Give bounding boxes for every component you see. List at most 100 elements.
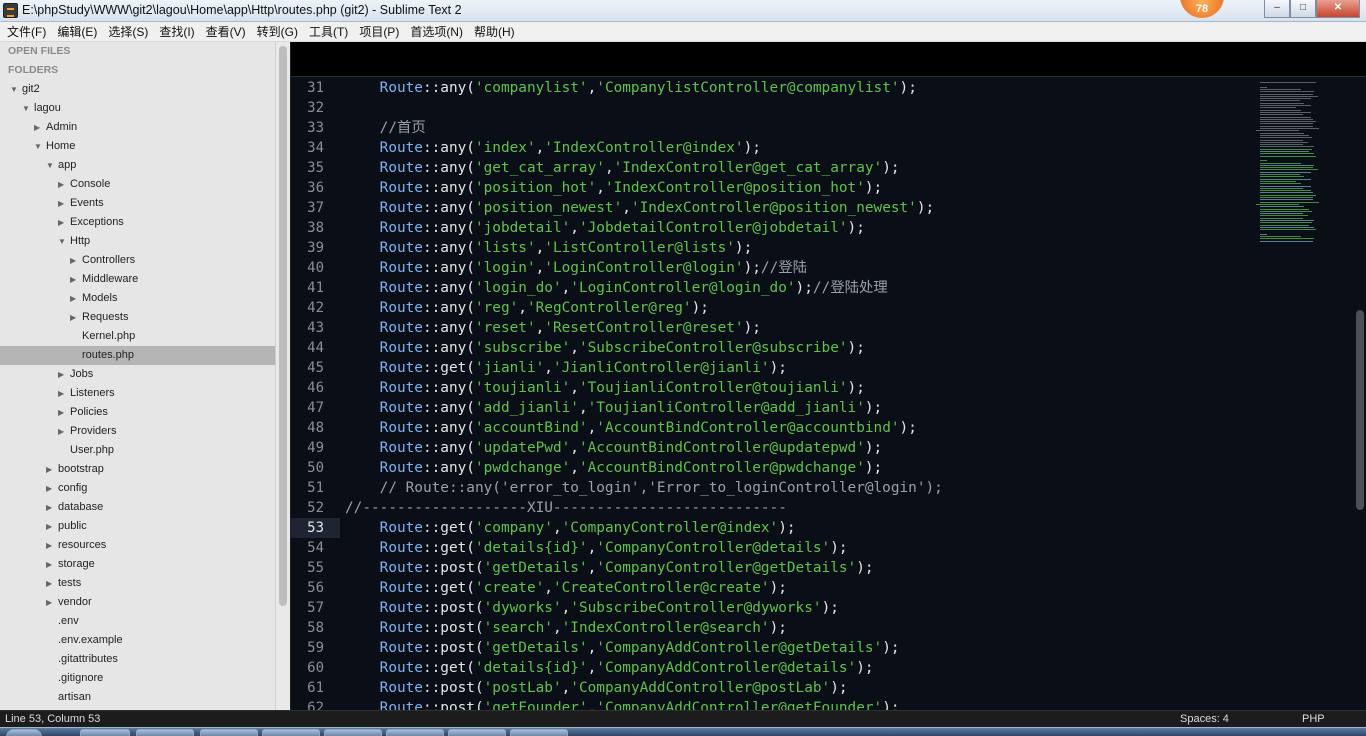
- tree-item[interactable]: ▶ vendor: [0, 593, 275, 612]
- triangle-right-icon[interactable]: ▶: [58, 403, 70, 422]
- menu-selection[interactable]: 选择(S): [108, 22, 159, 41]
- triangle-right-icon[interactable]: ▶: [58, 213, 70, 232]
- code-line[interactable]: 31 Route::any('companylist','Companylist…: [291, 78, 1251, 98]
- tree-item[interactable]: ▼ app: [0, 156, 275, 175]
- triangle-right-icon[interactable]: ▶: [46, 479, 58, 498]
- code-line[interactable]: 41 Route::any('login_do','LoginControlle…: [291, 278, 1251, 298]
- tree-item[interactable]: ▶ Controllers: [0, 251, 275, 270]
- editor-scrollbar[interactable]: [1354, 78, 1366, 710]
- triangle-right-icon[interactable]: ▶: [58, 384, 70, 403]
- triangle-down-icon[interactable]: ▼: [58, 232, 70, 251]
- tree-item[interactable]: .gitignore: [0, 669, 275, 688]
- triangle-right-icon[interactable]: ▶: [70, 308, 82, 327]
- menu-find[interactable]: 查找(I): [159, 22, 205, 41]
- code-line[interactable]: 51 // Route::any('error_to_login','Error…: [291, 478, 1251, 498]
- code-line[interactable]: 50 Route::any('pwdchange','AccountBindCo…: [291, 458, 1251, 478]
- triangle-right-icon[interactable]: ▶: [46, 536, 58, 555]
- triangle-right-icon[interactable]: ▶: [34, 118, 46, 137]
- syntax-setting[interactable]: PHP: [1302, 711, 1325, 728]
- taskbar-item[interactable]: [510, 729, 568, 736]
- triangle-right-icon[interactable]: ▶: [58, 194, 70, 213]
- tree-item[interactable]: ▶ Exceptions: [0, 213, 275, 232]
- code-line[interactable]: 57 Route::post('dyworks','SubscribeContr…: [291, 598, 1251, 618]
- triangle-right-icon[interactable]: ▶: [58, 175, 70, 194]
- code-line[interactable]: 58 Route::post('search','IndexController…: [291, 618, 1251, 638]
- triangle-down-icon[interactable]: ▼: [22, 99, 34, 118]
- triangle-right-icon[interactable]: ▶: [46, 517, 58, 536]
- tree-item[interactable]: routes.php: [0, 346, 275, 365]
- taskbar-item[interactable]: [448, 729, 506, 736]
- tree-item[interactable]: .env.example: [0, 631, 275, 650]
- maximize-button[interactable]: □: [1290, 0, 1316, 18]
- code-line[interactable]: 35 Route::any('get_cat_array','IndexCont…: [291, 158, 1251, 178]
- tree-item[interactable]: ▶ Middleware: [0, 270, 275, 289]
- tree-item[interactable]: .env: [0, 612, 275, 631]
- sublime-app-icon[interactable]: [3, 3, 18, 18]
- close-button[interactable]: ✕: [1316, 0, 1360, 18]
- tree-item[interactable]: ▼ git2: [0, 80, 275, 99]
- code-line[interactable]: 42 Route::any('reg','RegController@reg')…: [291, 298, 1251, 318]
- tree-item[interactable]: User.php: [0, 441, 275, 460]
- menu-preferences[interactable]: 首选项(N): [410, 22, 474, 41]
- triangle-right-icon[interactable]: ▶: [46, 574, 58, 593]
- code-line[interactable]: 61 Route::post('postLab','CompanyAddCont…: [291, 678, 1251, 698]
- code-line[interactable]: 54 Route::get('details{id}','CompanyCont…: [291, 538, 1251, 558]
- menu-help[interactable]: 帮助(H): [474, 22, 526, 41]
- taskbar-item[interactable]: [136, 729, 194, 736]
- code-view[interactable]: 31 Route::any('companylist','Companylist…: [291, 78, 1251, 710]
- tree-item[interactable]: ▼ Home: [0, 137, 275, 156]
- taskbar-item[interactable]: [324, 729, 382, 736]
- tree-item[interactable]: ▶ public: [0, 517, 275, 536]
- code-line[interactable]: 34 Route::any('index','IndexController@i…: [291, 138, 1251, 158]
- code-line[interactable]: 53 Route::get('company','CompanyControll…: [291, 518, 1251, 538]
- tree-item[interactable]: ▼ lagou: [0, 99, 275, 118]
- menu-project[interactable]: 项目(P): [359, 22, 410, 41]
- code-line[interactable]: 46 Route::any('toujianli','ToujianliCont…: [291, 378, 1251, 398]
- triangle-right-icon[interactable]: ▶: [58, 422, 70, 441]
- tree-item[interactable]: ▶ Admin: [0, 118, 275, 137]
- tree-item[interactable]: .gitattributes: [0, 650, 275, 669]
- code-line[interactable]: 52 //-------------------XIU--------------…: [291, 498, 1251, 518]
- sidebar-scrollbar[interactable]: [275, 42, 290, 710]
- code-line[interactable]: 47 Route::any('add_jianli','ToujianliCon…: [291, 398, 1251, 418]
- open-files-header[interactable]: OPEN FILES: [0, 42, 275, 61]
- menu-view[interactable]: 查看(V): [206, 22, 257, 41]
- editor-scroll-thumb[interactable]: [1356, 310, 1364, 510]
- code-line[interactable]: 43 Route::any('reset','ResetController@r…: [291, 318, 1251, 338]
- taskbar-item[interactable]: [80, 729, 130, 736]
- code-line[interactable]: 49 Route::any('updatePwd','AccountBindCo…: [291, 438, 1251, 458]
- indentation-setting[interactable]: Spaces: 4: [1180, 711, 1229, 728]
- triangle-right-icon[interactable]: ▶: [70, 289, 82, 308]
- triangle-down-icon[interactable]: ▼: [10, 80, 22, 99]
- sidebar-scroll-thumb[interactable]: [279, 46, 287, 606]
- code-line[interactable]: 38 Route::any('jobdetail','JobdetailCont…: [291, 218, 1251, 238]
- triangle-right-icon[interactable]: ▶: [46, 555, 58, 574]
- tree-item[interactable]: ▶ Events: [0, 194, 275, 213]
- taskbar-item[interactable]: [200, 729, 258, 736]
- tree-item[interactable]: ▶ tests: [0, 574, 275, 593]
- tree-item[interactable]: ▶ Console: [0, 175, 275, 194]
- code-line[interactable]: 56 Route::get('create','CreateController…: [291, 578, 1251, 598]
- start-button[interactable]: [6, 729, 42, 736]
- triangle-right-icon[interactable]: ▶: [46, 593, 58, 612]
- tree-item[interactable]: ▶ database: [0, 498, 275, 517]
- triangle-down-icon[interactable]: ▼: [34, 137, 46, 156]
- notification-badge[interactable]: 78: [1180, 0, 1224, 18]
- tree-item[interactable]: ▶ Models: [0, 289, 275, 308]
- tree-item[interactable]: ▶ Jobs: [0, 365, 275, 384]
- code-line[interactable]: 32: [291, 98, 1251, 118]
- code-line[interactable]: 48 Route::any('accountBind','AccountBind…: [291, 418, 1251, 438]
- code-line[interactable]: 62 Route::post('getFounder','CompanyAddC…: [291, 698, 1251, 710]
- code-line[interactable]: 40 Route::any('login','LoginController@l…: [291, 258, 1251, 278]
- triangle-right-icon[interactable]: ▶: [46, 498, 58, 517]
- triangle-down-icon[interactable]: ▼: [46, 156, 58, 175]
- tree-item[interactable]: ▶ Listeners: [0, 384, 275, 403]
- code-line[interactable]: 33 //首页: [291, 118, 1251, 138]
- code-line[interactable]: 45 Route::get('jianli','JianliController…: [291, 358, 1251, 378]
- minimap[interactable]: [1256, 78, 1321, 258]
- triangle-right-icon[interactable]: ▶: [46, 460, 58, 479]
- taskbar-item[interactable]: [386, 729, 444, 736]
- tree-item[interactable]: ▼ Http: [0, 232, 275, 251]
- tree-item[interactable]: ▶ resources: [0, 536, 275, 555]
- tree-item[interactable]: Kernel.php: [0, 327, 275, 346]
